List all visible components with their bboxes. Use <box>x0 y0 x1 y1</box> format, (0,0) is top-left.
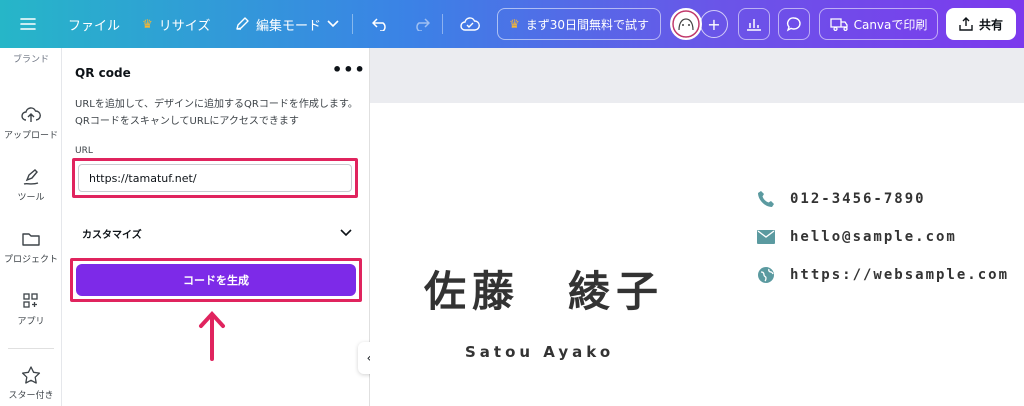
contact-phone[interactable]: 012-3456-7890 <box>756 189 926 209</box>
rail-item-uploads[interactable]: アップロード <box>0 106 62 141</box>
more-dots-icon: ••• <box>332 60 366 79</box>
rail-item-label: アップロード <box>3 131 58 141</box>
web-text: https://websample.com <box>790 267 1010 283</box>
rail-item-label: スター付き <box>8 391 54 401</box>
comments-button[interactable] <box>778 8 810 40</box>
file-menu-label: ファイル <box>68 18 121 34</box>
redo-button[interactable] <box>412 0 430 48</box>
toolbar-divider <box>352 14 353 34</box>
toolbar-divider <box>442 14 443 34</box>
rail-item-label: ブランド <box>12 55 49 65</box>
pencil-icon <box>236 17 249 30</box>
edit-mode-dropdown[interactable]: 編集モード <box>234 0 339 48</box>
hamburger-icon <box>20 18 36 30</box>
phone-text: 012-3456-7890 <box>790 191 926 207</box>
insights-button[interactable] <box>738 8 770 40</box>
print-label: Canvaで印刷 <box>853 17 928 32</box>
apps-grid-icon <box>23 293 38 308</box>
file-menu[interactable]: ファイル <box>68 0 120 48</box>
avatar-illustration-icon <box>672 10 700 38</box>
cloud-save-status[interactable] <box>460 0 480 48</box>
add-collaborator-button[interactable]: + <box>700 10 728 38</box>
top-toolbar: ファイル ♛ リサイズ 編集モード ♛ まず30日間無料で試す + Canvaで… <box>0 0 1024 48</box>
edit-mode-label: 編集モード <box>256 18 322 34</box>
customize-section-toggle[interactable]: カスタマイズ <box>82 218 352 248</box>
panel-description: URLを追加して、デザインに追加するQRコードを作成します。QRコードをスキャン… <box>75 99 358 127</box>
rail-item-label: プロジェクト <box>3 255 58 265</box>
rail-divider <box>8 348 54 349</box>
url-input[interactable] <box>78 164 352 192</box>
menu-button[interactable] <box>20 0 36 48</box>
print-with-canva-button[interactable]: Canvaで印刷 <box>819 8 938 40</box>
cloud-upload-icon <box>21 107 41 122</box>
share-button[interactable]: 共有 <box>946 8 1016 40</box>
share-label: 共有 <box>978 17 1003 32</box>
name-japanese[interactable]: 佐藤 綾子 <box>424 258 664 319</box>
rail-item-starred[interactable]: スター付き <box>0 366 62 401</box>
cloud-check-icon <box>460 17 480 31</box>
url-highlight-box <box>72 158 358 198</box>
upload-icon <box>959 17 973 31</box>
rail-item-label: アプリ <box>17 317 45 327</box>
design-canvas[interactable]: 012-3456-7890 hello@sample.com https://w… <box>370 103 1024 406</box>
user-avatar[interactable] <box>670 8 702 40</box>
crown-icon: ♛ <box>142 17 153 31</box>
rail-item-apps[interactable]: アプリ <box>0 292 62 327</box>
resize-button[interactable]: ♛ リサイズ <box>142 0 210 48</box>
rail-item-projects[interactable]: プロジェクト <box>0 230 62 265</box>
undo-button[interactable] <box>372 0 390 48</box>
free-trial-button[interactable]: ♛ まず30日間無料で試す <box>497 8 661 40</box>
qr-code-panel: QR code ••• URLを追加して、デザインに追加するQRコードを作成しま… <box>62 48 370 406</box>
customize-label: カスタマイズ <box>82 229 142 241</box>
plus-icon: + <box>707 14 721 34</box>
left-rail: ブランド アップロード ツール プロジェクト アプリ スター付き <box>0 48 62 406</box>
rail-item-label: ツール <box>17 193 45 203</box>
phone-icon <box>756 189 776 209</box>
chevron-down-icon <box>340 229 352 237</box>
truck-icon <box>829 18 848 31</box>
generate-code-button[interactable]: コードを生成 <box>76 264 356 296</box>
url-label: URL <box>75 146 93 156</box>
contact-email[interactable]: hello@sample.com <box>756 227 957 247</box>
email-text: hello@sample.com <box>790 229 957 245</box>
generate-highlight-box: コードを生成 <box>70 258 362 302</box>
globe-icon <box>756 265 776 285</box>
bar-chart-icon <box>747 19 761 31</box>
name-romaji[interactable]: Satou Ayako <box>465 343 614 361</box>
resize-label: リサイズ <box>158 18 211 34</box>
star-icon <box>21 366 41 384</box>
rail-item-tools[interactable]: ツール <box>0 168 62 203</box>
draw-tool-icon <box>23 169 39 185</box>
panel-title: QR code <box>75 66 131 80</box>
rail-item-brand[interactable]: ブランド <box>0 52 62 65</box>
free-trial-label: まず30日間無料で試す <box>525 17 650 32</box>
contact-web[interactable]: https://websample.com <box>756 265 1009 285</box>
more-options-button[interactable]: ••• <box>332 60 366 79</box>
undo-icon <box>372 18 386 31</box>
redo-icon <box>416 18 430 31</box>
chevron-down-icon <box>327 20 339 28</box>
crown-icon: ♛ <box>508 17 520 31</box>
up-arrow-annotation-icon <box>199 311 225 361</box>
folder-icon <box>22 233 40 246</box>
mail-icon <box>756 227 776 247</box>
comment-icon <box>786 17 801 32</box>
